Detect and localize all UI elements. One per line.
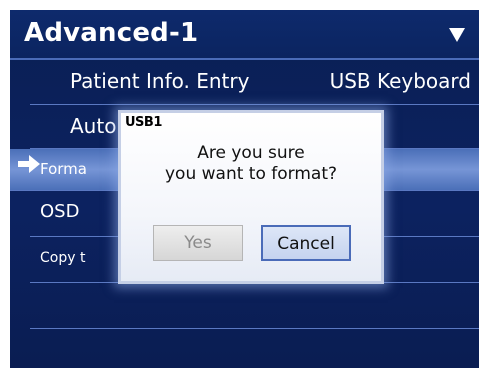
dialog-message: Are you sure you want to format?	[121, 143, 381, 185]
format-confirm-dialog: USB1 Are you sure you want to format? Ye…	[118, 110, 384, 284]
yes-button[interactable]: Yes	[153, 225, 243, 261]
menu-header: Advanced-1	[10, 10, 479, 60]
arrow-right-icon	[18, 155, 40, 173]
cancel-button[interactable]: Cancel	[261, 225, 351, 261]
menu-item-empty	[30, 283, 479, 329]
menu-title: Advanced-1	[24, 18, 199, 48]
menu-item-empty	[30, 329, 479, 368]
dialog-title: USB1	[125, 115, 162, 130]
menu-item-label: OSD	[40, 201, 80, 222]
menu-item-label: Patient Info. Entry	[70, 69, 250, 93]
menu-item-label: Copy t	[40, 250, 86, 266]
menu-item-label: Forma	[40, 160, 87, 178]
menu-item-value: USB Keyboard	[329, 69, 471, 93]
dialog-message-line: you want to format?	[164, 164, 338, 184]
triangle-down-icon[interactable]	[449, 28, 465, 42]
menu-item-label: Auto	[70, 114, 117, 138]
menu-item-patient-info-entry[interactable]: Patient Info. Entry USB Keyboard	[30, 60, 479, 105]
dialog-message-line: Are you sure	[197, 143, 305, 163]
